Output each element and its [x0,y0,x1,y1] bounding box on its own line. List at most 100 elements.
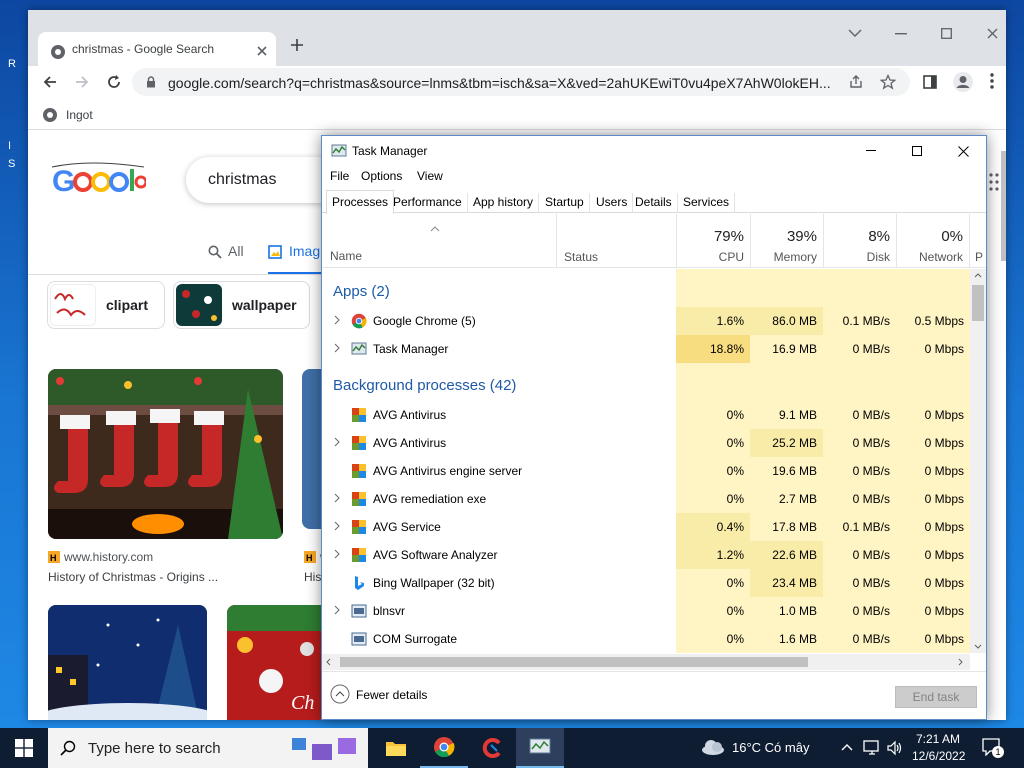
tm-maximize-button[interactable] [894,136,940,166]
hscroll-thumb[interactable] [340,657,808,667]
start-button[interactable] [0,728,48,768]
process-row[interactable]: COM Surrogate 0% 1.6 MB 0 MB/s 0 Mbps [322,625,970,653]
tab-users[interactable]: Users [591,193,634,213]
apps-grid-icon[interactable] [989,173,1001,191]
end-task-button[interactable]: End task [895,686,977,708]
process-row[interactable]: AVG Antivirus 0% 25.2 MB 0 MB/s 0 Mbps [322,429,970,457]
process-horizontal-scrollbar[interactable] [322,654,970,670]
page-scrollbar-thumb[interactable] [1001,151,1006,261]
taskbar-chrome[interactable] [420,728,468,768]
show-hidden-icons-icon[interactable] [841,743,853,751]
scroll-up-icon[interactable] [974,273,982,278]
scroll-down-icon[interactable] [974,644,982,649]
process-row[interactable]: Bing Wallpaper (32 bit) 0% 23.4 MB 0 MB/s 0 … [322,569,970,597]
process-row[interactable]: Task Manager 18.8% 16.9 MB 0 MB/s 0 Mbps [322,335,970,363]
result-image-ornaments[interactable]: Ch [227,605,328,720]
tab-app-history[interactable]: App history [468,193,540,213]
tab-strip: christmas - Google Search [28,10,1006,70]
tab-services[interactable]: Services [678,193,736,213]
scroll-left-icon[interactable] [326,658,331,666]
tab-performance[interactable]: Performance [388,193,468,213]
result-image-stockings[interactable] [48,369,283,539]
share-icon[interactable] [848,74,864,90]
tab-images[interactable]: Imag [268,241,328,275]
cloudy-weather-icon[interactable] [700,738,726,756]
taskbar-task-manager[interactable] [516,728,564,768]
column-status[interactable]: Status [556,214,676,268]
column-name[interactable]: Name [330,249,362,263]
column-network[interactable]: 0% Network [896,214,969,268]
taskbar-file-explorer[interactable] [372,728,420,768]
process-network: 0 Mbps [924,576,964,590]
chip-wallpaper[interactable]: wallpaper [173,281,310,329]
menu-options[interactable]: Options [361,169,402,183]
browser-tab[interactable]: christmas - Google Search [38,32,276,70]
tab-details[interactable]: Details [630,193,678,213]
result-title[interactable]: History of Christmas - Origins ... [48,570,218,584]
process-row[interactable]: blnsvr 0% 1.0 MB 0 MB/s 0 Mbps [322,597,970,625]
process-row[interactable]: AVG Antivirus engine server 0% 19.6 MB 0 MB… [322,457,970,485]
bookmark-star-icon[interactable] [880,74,896,90]
process-row[interactable]: Google Chrome (5) 1.6% 86.0 MB 0.1 MB/s 0.5 … [322,307,970,335]
profile-avatar-icon[interactable] [952,71,974,93]
expand-chevron-icon[interactable] [332,315,342,325]
taskbar-search-box[interactable]: Type here to search [48,728,368,768]
expand-chevron-icon[interactable] [332,605,342,615]
chip-clipart[interactable]: clipart [47,281,165,329]
process-row[interactable]: AVG Service 0.4% 17.8 MB 0.1 MB/s 0 Mbps [322,513,970,541]
notification-button[interactable]: 1 [982,738,1004,758]
process-disk: 0.1 MB/s [842,520,890,534]
process-row[interactable]: AVG remediation exe 0% 2.7 MB 0 MB/s 0 Mbps [322,485,970,513]
expand-chevron-icon[interactable] [332,343,342,353]
result-title[interactable]: His [304,570,321,584]
process-row[interactable]: AVG Software Analyzer 1.2% 22.6 MB 0 MB/s 0 … [322,541,970,569]
address-bar[interactable]: google.com/search?q=christmas&source=lnm… [132,68,910,96]
clock-date[interactable]: 12/6/2022 [912,749,965,763]
maximize-icon[interactable] [941,28,952,39]
column-power[interactable]: P [969,214,986,268]
result-image-snow-night[interactable] [48,605,207,720]
process-vertical-scrollbar[interactable] [970,269,986,653]
process-name: AVG Software Analyzer [373,548,498,562]
close-window-icon[interactable] [987,28,998,39]
forward-arrow-icon[interactable] [74,74,90,90]
scroll-right-icon[interactable] [958,658,963,666]
side-panel-icon[interactable] [922,74,938,90]
reload-icon[interactable] [106,74,122,90]
expand-chevron-icon[interactable] [332,549,342,559]
tm-close-button[interactable] [940,136,986,166]
menu-view[interactable]: View [417,169,443,183]
column-cpu[interactable]: 79% CPU [676,214,750,268]
clock-time[interactable]: 7:21 AM [916,732,960,746]
expand-chevron-icon[interactable] [332,493,342,503]
column-disk[interactable]: 8% Disk [823,214,896,268]
expand-chevron-icon[interactable] [332,437,342,447]
tm-minimize-button[interactable] [848,136,894,166]
desktop-icon-label[interactable]: I [8,140,11,152]
desktop-icon-label[interactable]: R [8,58,16,70]
close-tab-icon[interactable] [256,45,268,57]
process-row[interactable]: AVG Antivirus 0% 9.1 MB 0 MB/s 0 Mbps [322,401,970,429]
volume-icon[interactable] [886,740,904,756]
desktop-icon-label[interactable]: S [8,158,15,170]
chrome-icon [351,313,367,329]
taskbar-ccleaner[interactable] [468,728,516,768]
tab-search-icon[interactable] [848,28,862,38]
back-arrow-icon[interactable] [42,74,58,90]
weather-text[interactable]: 16°C Có mây [732,740,809,755]
menu-file[interactable]: File [330,169,349,183]
chrome-menu-icon[interactable] [990,73,994,89]
network-icon[interactable] [863,740,881,756]
new-tab-icon[interactable] [290,38,304,52]
tab-startup[interactable]: Startup [540,193,590,213]
ornaments-image: Ch [227,605,328,720]
tab-processes[interactable]: Processes [326,190,395,214]
result-site[interactable]: www.history.com [64,550,153,564]
lock-icon[interactable] [146,76,156,88]
vscroll-thumb[interactable] [972,285,984,321]
column-memory[interactable]: 39% Memory [750,214,823,268]
expand-chevron-icon[interactable] [332,521,342,531]
process-memory: 1.6 MB [778,632,817,646]
minimize-icon[interactable] [895,33,907,35]
google-logo-icon[interactable]: G [50,161,146,201]
